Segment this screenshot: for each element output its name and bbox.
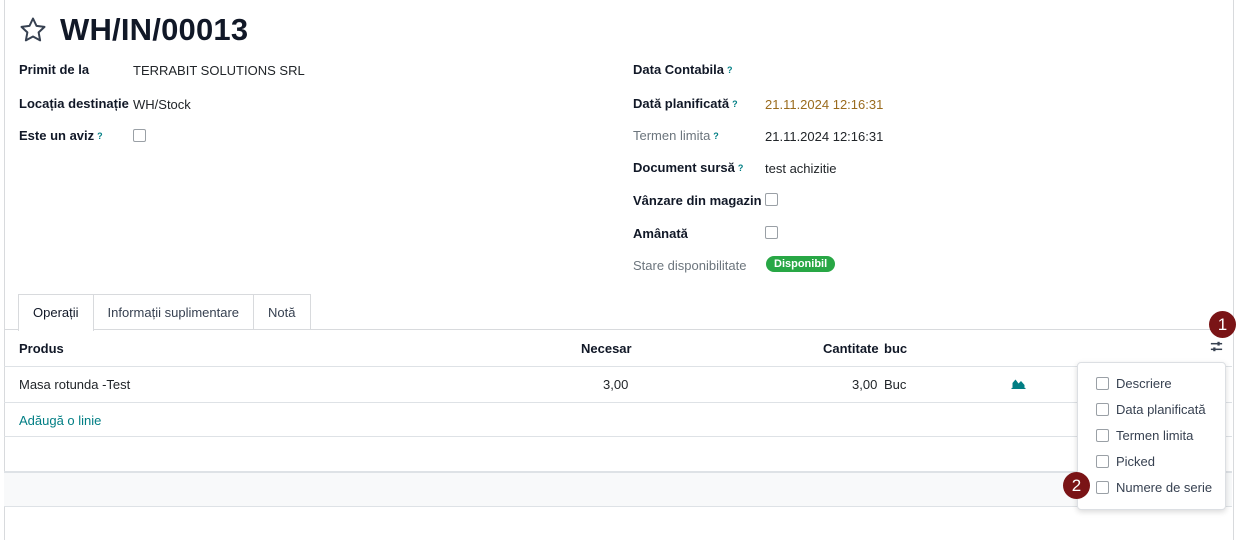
scheduled-date-value[interactable]: 21.11.2024 12:16:31 <box>765 97 883 112</box>
option-label: Descriere <box>1116 376 1172 391</box>
accounting-date-label: Data Contabila <box>633 62 725 77</box>
help-icon[interactable]: ? <box>727 65 733 75</box>
help-icon[interactable]: ? <box>97 131 103 141</box>
availability-badge: Disponibil <box>766 256 836 272</box>
option-label: Data planificată <box>1116 402 1206 417</box>
option-checkbox[interactable] <box>1096 377 1109 390</box>
shop-sale-label: Vânzare din magazin <box>633 193 762 208</box>
record-title: WH/IN/00013 <box>60 12 249 47</box>
row-quantity[interactable]: 3,00 <box>852 377 877 392</box>
postponed-label: Amânată <box>633 226 688 241</box>
shop-sale-checkbox[interactable] <box>765 193 778 206</box>
availability-label: Stare disponibilitate <box>633 258 747 273</box>
tab-operations[interactable]: Operații <box>18 294 94 331</box>
partner-value[interactable]: TERRABIT SOLUTIONS SRL <box>133 63 305 78</box>
empty-row <box>4 437 1232 472</box>
column-header-quantity[interactable]: Cantitate <box>823 341 879 356</box>
option-picked[interactable]: Picked <box>1096 454 1155 469</box>
tab-additional-info[interactable]: Informații suplimentare <box>92 294 255 330</box>
tab-note[interactable]: Notă <box>253 294 311 330</box>
accounting-date-field-label: Data Contabila? <box>633 62 733 77</box>
partner-label: Primit de la <box>19 62 90 77</box>
option-label: Numere de serie <box>1116 480 1213 495</box>
title-row: WH/IN/00013 <box>18 12 248 48</box>
column-header-needed[interactable]: Necesar <box>581 341 632 356</box>
notebook-tabs: Operații Informații suplimentare Notă <box>18 294 311 331</box>
row-needed[interactable]: 3,00 <box>603 377 628 392</box>
source-document-value[interactable]: test achizitie <box>765 161 837 176</box>
favorite-star-icon[interactable] <box>18 15 48 45</box>
help-icon[interactable]: ? <box>713 131 719 141</box>
location-label: Locația destinație <box>19 96 129 111</box>
row-product[interactable]: Masa rotunda -Test <box>19 377 130 392</box>
help-icon[interactable]: ? <box>732 99 738 109</box>
option-checkbox[interactable] <box>1096 403 1109 416</box>
step-marker-2: 2 <box>1063 472 1090 499</box>
forecast-chart-icon[interactable] <box>1011 377 1026 392</box>
source-document-field-label: Document sursă? <box>633 160 743 175</box>
aviz-checkbox[interactable] <box>133 129 146 142</box>
option-checkbox[interactable] <box>1096 429 1109 442</box>
option-label: Picked <box>1116 454 1156 469</box>
aviz-field-label: Este un aviz? <box>19 128 103 143</box>
option-checkbox[interactable] <box>1096 455 1109 468</box>
postponed-field-label: Amânată <box>633 226 688 241</box>
row-uom[interactable]: Buc <box>884 377 906 392</box>
option-serial-numbers[interactable]: Numere de serie <box>1096 480 1212 495</box>
scheduled-date-label: Dată planificată <box>633 96 730 111</box>
add-line-row <box>4 403 1232 437</box>
empty-row-shaded <box>4 472 1232 507</box>
optional-columns-toggle-icon[interactable] <box>1209 339 1224 357</box>
scheduled-date-field-label: Dată planificată? <box>633 96 738 111</box>
help-icon[interactable]: ? <box>738 163 744 173</box>
option-scheduled-date[interactable]: Data planificată <box>1096 402 1206 417</box>
add-line-link[interactable]: Adăugă o linie <box>19 413 101 428</box>
option-label: Termen limita <box>1116 428 1194 443</box>
option-deadline[interactable]: Termen limita <box>1096 428 1193 443</box>
shop-sale-field-label: Vânzare din magazin <box>633 193 762 208</box>
option-checkbox[interactable] <box>1096 481 1109 494</box>
column-header-uom[interactable]: buc <box>884 341 907 356</box>
column-header-product[interactable]: Produs <box>19 341 64 356</box>
location-field-label: Locația destinație <box>19 96 129 111</box>
step-marker-1: 1 <box>1209 311 1236 338</box>
deadline-field-label: Termen limita? <box>633 128 719 143</box>
deadline-value[interactable]: 21.11.2024 12:16:31 <box>765 129 883 144</box>
option-description[interactable]: Descriere <box>1096 376 1172 391</box>
aviz-label: Este un aviz <box>19 128 95 143</box>
partner-field-label: Primit de la <box>19 62 89 77</box>
optional-columns-dropdown: Descriere Data planificată Termen limita… <box>1077 362 1226 510</box>
location-value[interactable]: WH/Stock <box>133 97 191 112</box>
deadline-label: Termen limita <box>633 128 711 143</box>
source-document-label: Document sursă <box>633 160 735 175</box>
availability-field-label: Stare disponibilitate <box>633 258 746 273</box>
postponed-checkbox[interactable] <box>765 226 778 239</box>
